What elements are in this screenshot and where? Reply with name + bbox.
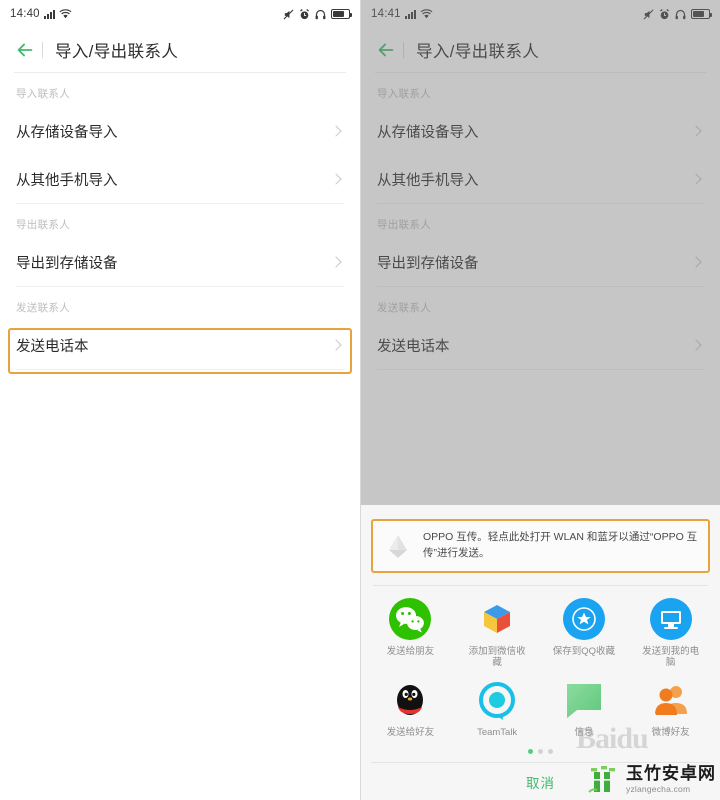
- share-target-messages[interactable]: 信息: [541, 679, 628, 739]
- list-item-label: 发送电话本: [16, 338, 89, 355]
- list-item-label: 导出到存储设备: [16, 255, 118, 272]
- list-item-import-from-other-phone[interactable]: 从其他手机导入: [0, 155, 360, 203]
- share-target-wechat-friend[interactable]: 发送给朋友: [367, 597, 454, 670]
- qq-favorites-icon: [562, 597, 605, 640]
- alarm-icon: [300, 8, 309, 19]
- chevron-right-icon: [330, 256, 342, 268]
- list-item-import-from-storage[interactable]: 从存储设备导入: [0, 107, 360, 155]
- screenshot-root: 14:40 导入/导出联系人 导入联系人 从存储设备导入 从其他手机导入 导出联…: [0, 0, 720, 800]
- status-bar-left: 14:40: [0, 0, 360, 28]
- phone-screen-left: 14:40 导入/导出联系人 导入联系人 从存储设备导入 从其他手机导入 导出联…: [0, 0, 360, 800]
- oppo-share-banner-text: OPPO 互传。轻点此处打开 WLAN 和蓝牙以通过“OPPO 互传”进行发送。: [423, 531, 698, 559]
- share-target-weibo-friends[interactable]: 微博好友: [627, 679, 714, 739]
- my-computer-icon: [649, 597, 692, 640]
- page-title: 导入/导出联系人: [55, 43, 179, 61]
- list-item-label: 从其他手机导入: [16, 172, 118, 189]
- chevron-right-icon: [330, 173, 342, 185]
- share-target-label: 信息: [574, 727, 594, 739]
- wifi-icon: [59, 9, 72, 19]
- section-label-export: 导出联系人: [16, 219, 70, 231]
- share-sheet: OPPO 互传。轻点此处打开 WLAN 和蓝牙以通过“OPPO 互传”进行发送。: [361, 505, 720, 800]
- share-app-grid: 发送给朋友 添加到微信收藏 保存到QQ收藏 发送到我的电脑 发送给好友 Team…: [361, 586, 720, 740]
- list-item-label: 从存储设备导入: [16, 124, 118, 141]
- qq-icon: [389, 679, 431, 721]
- share-target-wechat-favorites[interactable]: 添加到微信收藏: [454, 598, 541, 670]
- status-bar-left-group: 14:40: [10, 8, 72, 20]
- share-target-label: TeamTalk: [477, 727, 518, 739]
- share-target-label: 发送给朋友: [386, 645, 435, 657]
- chevron-right-icon: [330, 125, 342, 137]
- share-target-label: 发送到我的电脑: [642, 645, 700, 669]
- status-bar-right-group: [283, 8, 352, 20]
- signal-icon: [43, 9, 55, 19]
- app-bar-left: 导入/导出联系人: [0, 28, 360, 72]
- favorites-cube-icon: [476, 598, 518, 640]
- wechat-icon: [389, 597, 432, 640]
- share-target-label: 发送给好友: [386, 727, 435, 739]
- share-target-label: 微博好友: [651, 727, 690, 739]
- headphones-icon: [315, 9, 326, 19]
- share-target-label: 保存到QQ收藏: [552, 645, 616, 657]
- list-item-export-to-storage[interactable]: 导出到存储设备: [0, 238, 360, 286]
- section-label-import: 导入联系人: [16, 88, 70, 100]
- list-item-send-phonebook[interactable]: 发送电话本: [0, 321, 360, 369]
- share-target-teamtalk[interactable]: TeamTalk: [454, 679, 541, 739]
- cancel-row: 取消: [361, 763, 720, 800]
- group-divider: [16, 369, 344, 370]
- oppo-share-icon: [389, 534, 407, 558]
- back-arrow-icon[interactable]: [14, 39, 36, 61]
- page-indicator: [361, 739, 720, 755]
- page-dot-active[interactable]: [528, 749, 533, 755]
- share-target-qq-favorites[interactable]: 保存到QQ收藏: [541, 597, 628, 670]
- teamtalk-icon: [476, 679, 518, 721]
- chevron-right-icon: [330, 339, 342, 351]
- share-target-label: 添加到微信收藏: [468, 645, 526, 669]
- page-dot[interactable]: [538, 749, 543, 755]
- share-target-my-computer[interactable]: 发送到我的电脑: [627, 597, 714, 670]
- app-bar-divider: [42, 42, 43, 58]
- battery-icon: [331, 9, 352, 19]
- oppo-share-banner[interactable]: OPPO 互传。轻点此处打开 WLAN 和蓝牙以通过“OPPO 互传”进行发送。: [371, 519, 710, 573]
- weibo-friends-icon: [650, 679, 692, 721]
- phone-screen-right: 14:41 导入/导出联系人 导入联系人 从存储设备导入 从其他手机导入 导出联…: [360, 0, 720, 800]
- share-target-qq-friend[interactable]: 发送给好友: [367, 679, 454, 739]
- mute-icon: [283, 9, 294, 19]
- status-time: 14:40: [10, 8, 40, 20]
- section-label-send: 发送联系人: [16, 302, 70, 314]
- messages-icon: [563, 679, 605, 721]
- cancel-button[interactable]: 取消: [526, 772, 555, 792]
- page-dot[interactable]: [548, 749, 553, 755]
